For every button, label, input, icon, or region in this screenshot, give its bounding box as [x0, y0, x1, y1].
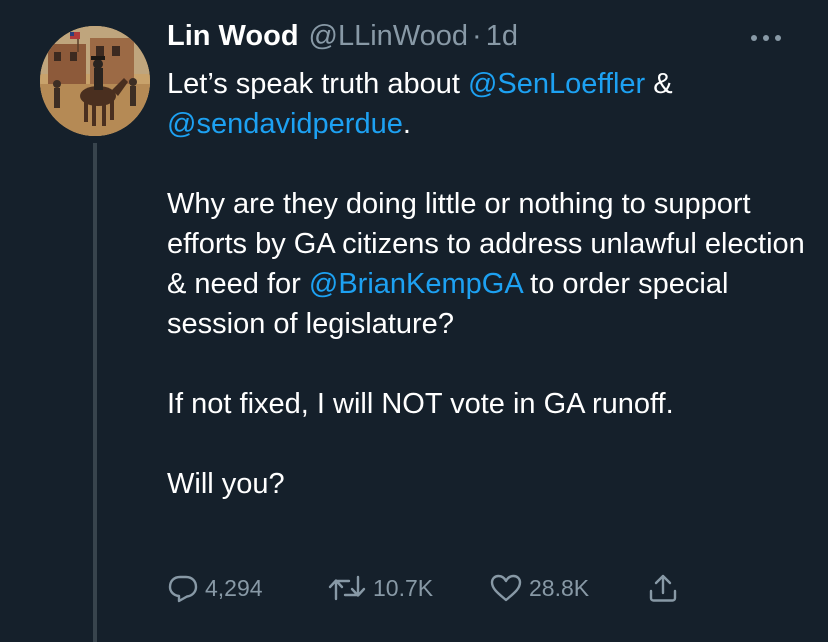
- more-icon: [751, 35, 781, 41]
- text-segment: Let’s speak truth about: [167, 68, 468, 100]
- retweet-button[interactable]: 10.7K: [327, 568, 433, 608]
- reply-icon: [168, 575, 198, 603]
- user-handle[interactable]: @LLinWood: [309, 20, 469, 53]
- text-segment: .: [402, 108, 411, 140]
- tweet-paragraph-4: Will you?: [167, 468, 285, 500]
- tweet-paragraph-3: If not fixed, I will NOT vote in GA runo…: [167, 388, 674, 420]
- reply-count: 4,294: [205, 574, 263, 601]
- tweet-paragraph-2: Why are they doing little or nothing to …: [167, 184, 807, 344]
- tweet-text: Let’s speak truth about @SenLoeffler & @s…: [167, 64, 807, 504]
- retweet-icon: [328, 575, 366, 601]
- mention-sendavidperdue[interactable]: @sendavidperdue: [167, 108, 403, 140]
- tweet-paragraph-1: Let’s speak truth about @SenLoeffler & @s…: [167, 64, 807, 144]
- like-count: 28.8K: [529, 574, 590, 601]
- text-segment: &: [645, 68, 673, 100]
- avatar-image: [40, 26, 150, 136]
- retweet-count: 10.7K: [373, 574, 434, 601]
- reply-button[interactable]: 4,294: [167, 568, 263, 608]
- tweet-actions: 4,294 10.7K 28.8K: [167, 568, 727, 608]
- share-button[interactable]: [647, 568, 679, 608]
- more-button[interactable]: [748, 28, 784, 48]
- tweet[interactable]: Lin Wood @LLinWood · 1d Let’s speak trut…: [0, 0, 828, 642]
- like-button[interactable]: 28.8K: [489, 568, 589, 608]
- mention-briankempga[interactable]: @BrianKempGA: [309, 268, 522, 300]
- display-name[interactable]: Lin Wood: [167, 20, 299, 53]
- heart-icon: [490, 574, 522, 602]
- avatar[interactable]: [40, 26, 150, 136]
- tweet-header: Lin Wood @LLinWood · 1d: [167, 20, 518, 60]
- header-separator: ·: [472, 20, 482, 52]
- share-icon: [649, 574, 677, 602]
- tweet-timestamp[interactable]: 1d: [486, 20, 518, 53]
- mention-senloeffler[interactable]: @SenLoeffler: [468, 68, 645, 100]
- thread-line: [93, 143, 97, 642]
